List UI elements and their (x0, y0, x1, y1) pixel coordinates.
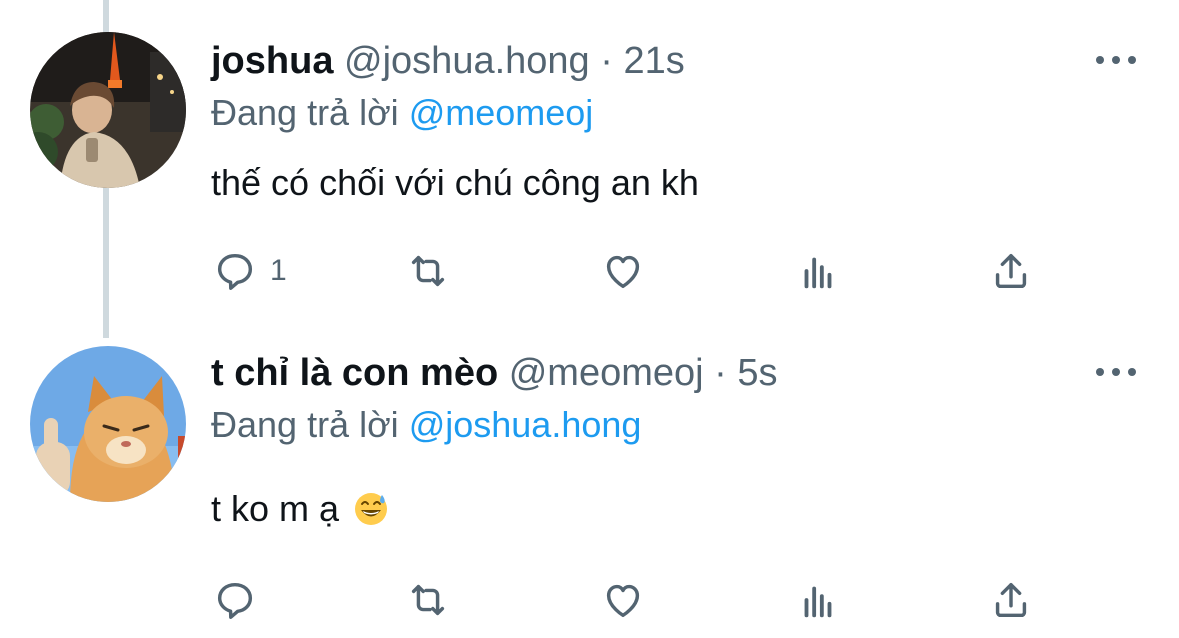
more-icon[interactable] (1096, 364, 1136, 380)
replying-to-label: Đang trả lời (211, 404, 399, 445)
separator-dot: · (600, 40, 613, 82)
reply-icon (217, 582, 253, 619)
tweet-text: t ko m ạ (211, 488, 340, 529)
tweet-meomeoj[interactable]: t chỉ là con mèo @meomeoj · 5s Đang trả … (0, 320, 1179, 638)
reply-icon (217, 253, 253, 290)
replying-to-line: Đang trả lời @meomeoj (211, 88, 593, 138)
more-icon[interactable] (1096, 52, 1136, 68)
share-icon (995, 582, 1027, 618)
tweet-text-row: t ko m ạ (211, 484, 389, 534)
replying-to-label: Đang trả lời (211, 92, 399, 133)
avatar[interactable] (30, 32, 186, 188)
timestamp[interactable]: 21s (623, 40, 684, 82)
like-button[interactable] (600, 575, 646, 625)
replying-to-line: Đang trả lời @joshua.hong (211, 400, 641, 450)
display-name[interactable]: joshua (211, 40, 333, 82)
share-button[interactable] (988, 246, 1034, 296)
retweet-button[interactable] (405, 575, 451, 625)
views-icon (804, 586, 832, 618)
views-button[interactable] (795, 246, 841, 296)
tweet-joshua[interactable]: joshua @joshua.hong · 21s Đang trả lời @… (0, 0, 1179, 320)
reply-button[interactable] (212, 575, 270, 625)
share-icon (995, 253, 1027, 289)
like-icon (606, 584, 640, 618)
reply-count: 1 (270, 254, 287, 287)
separator-dot: · (714, 352, 727, 394)
share-button[interactable] (988, 575, 1034, 625)
avatar-photo-night-city (30, 32, 186, 188)
user-handle[interactable]: @meomeoj (509, 352, 704, 394)
tweet-header: joshua @joshua.hong · 21s (211, 36, 685, 86)
avatar-photo-cat-thumbs-up (30, 346, 186, 502)
views-button[interactable] (795, 575, 841, 625)
views-icon (804, 257, 832, 289)
grinning-sweat-emoji (355, 493, 388, 525)
tweet-actions (0, 575, 1179, 625)
reply-button[interactable]: 1 (212, 246, 287, 296)
avatar[interactable] (30, 346, 186, 502)
tweet-text: thế có chối với chú công an kh (211, 162, 699, 203)
timestamp[interactable]: 5s (737, 352, 777, 394)
mention-link[interactable]: @meomeoj (409, 92, 594, 133)
retweet-button[interactable] (405, 246, 451, 296)
tweet-actions: 1 (0, 246, 1179, 296)
tweet-header: t chỉ là con mèo @meomeoj · 5s (211, 348, 778, 398)
display-name[interactable]: t chỉ là con mèo (211, 352, 498, 394)
retweet-icon (411, 584, 445, 616)
mention-link[interactable]: @joshua.hong (409, 404, 642, 445)
retweet-icon (411, 255, 445, 287)
like-icon (606, 255, 640, 289)
user-handle[interactable]: @joshua.hong (344, 40, 590, 82)
like-button[interactable] (600, 246, 646, 296)
